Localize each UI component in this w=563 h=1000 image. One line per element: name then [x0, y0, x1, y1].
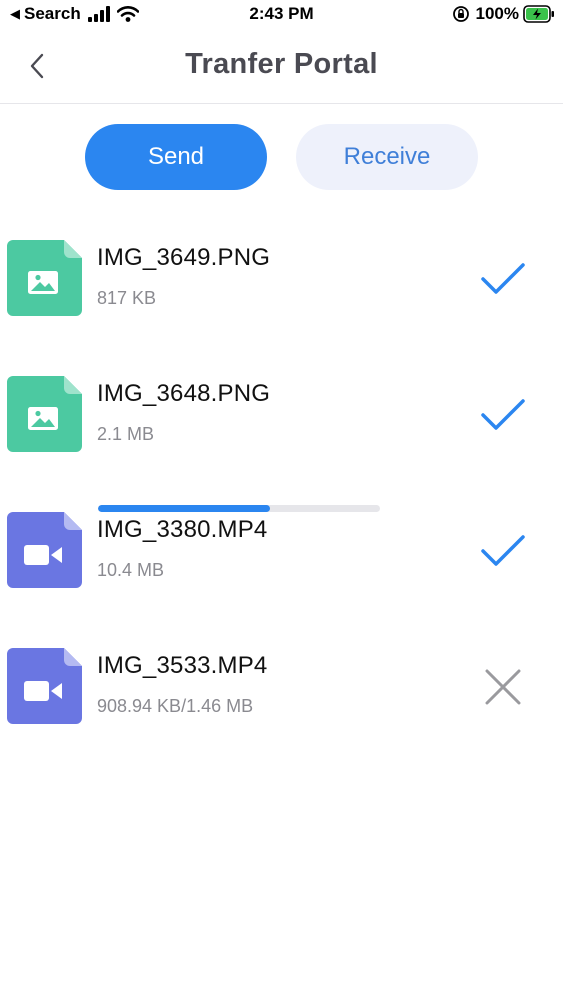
status-indicator [478, 390, 528, 440]
transfer-progress-fill [98, 505, 271, 512]
file-item: IMG_3648.PNG 2.1 MB [0, 360, 563, 496]
battery-charging-icon [523, 5, 554, 23]
video-file-icon [7, 512, 82, 588]
orientation-lock-icon [452, 6, 469, 22]
check-icon [481, 535, 525, 566]
file-item: IMG_3380.MP4 10.4 MB [0, 496, 563, 632]
page-title: Tranfer Portal [185, 48, 378, 80]
check-icon [481, 263, 525, 294]
file-size: 817 KB [97, 288, 157, 308]
file-list: IMG_3649.PNG 817 KB IMG_3648.PNG 2.1 MB [0, 224, 563, 768]
file-item: IMG_3649.PNG 817 KB [0, 224, 563, 360]
cancel-transfer-button[interactable] [478, 662, 528, 712]
nav-header: Tranfer Portal [0, 30, 563, 104]
check-icon [481, 399, 525, 430]
file-item: IMG_3533.MP4 908.94 KB/1.46 MB [0, 632, 563, 768]
close-icon [485, 669, 521, 705]
video-file-icon [7, 648, 82, 724]
file-size: 10.4 MB [97, 560, 165, 580]
status-bar: ◀ Search 2:43 PM 100% [0, 0, 563, 30]
file-size: 908.94 KB/1.46 MB [97, 696, 254, 716]
file-name: IMG_3648.PNG [97, 380, 271, 407]
file-name: IMG_3533.MP4 [97, 652, 268, 679]
status-indicator [478, 254, 528, 304]
transfer-progress-bar [98, 505, 380, 512]
battery-percent: 100% [475, 4, 519, 23]
status-indicator [478, 526, 528, 576]
file-size: 2.1 MB [97, 424, 155, 444]
receive-tab[interactable]: Receive [296, 124, 478, 190]
file-name: IMG_3380.MP4 [97, 516, 268, 543]
file-name: IMG_3649.PNG [97, 244, 271, 271]
status-right: 100% [452, 4, 555, 24]
image-file-icon [7, 240, 82, 316]
send-tab[interactable]: Send [85, 124, 267, 190]
image-file-icon [7, 376, 82, 452]
